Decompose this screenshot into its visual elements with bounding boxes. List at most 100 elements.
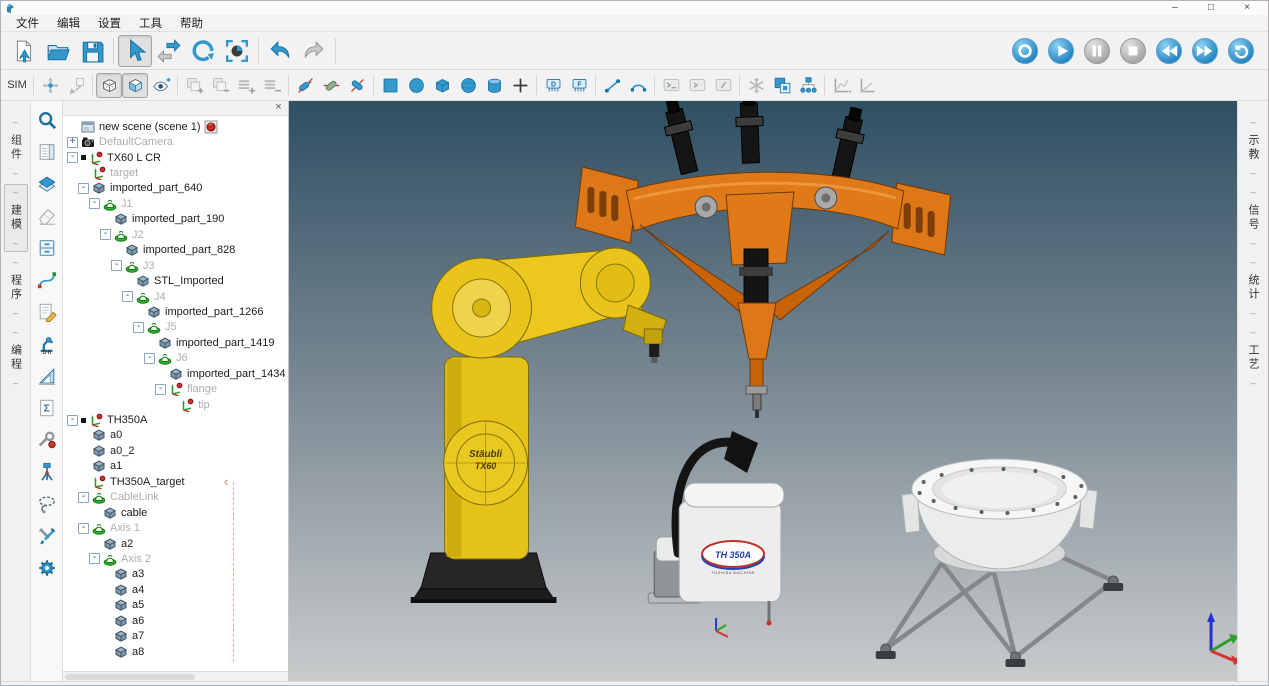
tree-horizontal-scrollbar[interactable] (63, 671, 288, 681)
measure-ruler-button[interactable] (34, 364, 60, 388)
tree-item-j4[interactable]: -J4 (63, 289, 288, 304)
trajectory-spline-button[interactable] (34, 268, 60, 292)
expander-icon[interactable]: - (67, 152, 78, 163)
rewind-button[interactable] (1156, 38, 1182, 64)
tree-item-imported-part-640[interactable]: -imported_part_640 (63, 181, 288, 196)
tree-item-a8[interactable]: a8 (63, 644, 288, 659)
reset-simulation-button[interactable] (1228, 38, 1254, 64)
pan-tool-button[interactable] (152, 35, 186, 67)
tab-modeling[interactable]: –建模– (4, 184, 28, 252)
remove-row-button[interactable] (259, 73, 285, 98)
tree-item-stl-imported[interactable]: STL_Imported (63, 273, 288, 288)
parts-drawer-button[interactable] (34, 236, 60, 260)
tree-item-axis-1[interactable]: -Axis 1 (63, 520, 288, 535)
digital-io-button[interactable]: D (540, 73, 566, 98)
draw-line-button[interactable] (599, 73, 625, 98)
tree-item-imported-part-1419[interactable]: imported_part_1419 (63, 335, 288, 350)
function-io-button[interactable]: F (566, 73, 592, 98)
disable-script-button[interactable] (710, 73, 736, 98)
tree-item-imported-part-1434[interactable]: imported_part_1434 (63, 366, 288, 381)
structure-tree-button[interactable] (795, 73, 821, 98)
new-scene-button[interactable] (7, 35, 41, 67)
tree-item-flange[interactable]: -flange (63, 381, 288, 396)
record-button[interactable] (1012, 38, 1038, 64)
manipulate-button[interactable] (37, 73, 63, 98)
angular-calibration-button[interactable] (854, 73, 880, 98)
create-rectangle-button[interactable] (377, 73, 403, 98)
expander-icon[interactable]: - (78, 183, 89, 194)
tab-statistics[interactable]: –统计– (1241, 254, 1265, 322)
tree-item-cablelink[interactable]: -CableLink (63, 490, 288, 505)
expander-icon[interactable]: - (78, 492, 89, 503)
remove-instance-button[interactable] (207, 73, 233, 98)
close-panel-icon[interactable]: × (272, 102, 285, 114)
undo-button[interactable] (263, 35, 297, 67)
calibration-tool-button[interactable] (34, 428, 60, 452)
add-view-button[interactable] (148, 73, 174, 98)
settings-tools-button[interactable] (34, 524, 60, 548)
tree-item-tip[interactable]: tip (63, 397, 288, 412)
tree-item-a5[interactable]: a5 (63, 598, 288, 613)
scale-view-button[interactable] (63, 73, 89, 98)
add-instance-button[interactable] (181, 73, 207, 98)
menu-file[interactable]: 文件 (7, 14, 48, 32)
component-search-button[interactable] (34, 108, 60, 132)
freeze-button[interactable] (743, 73, 769, 98)
axis-tool-y-button[interactable] (318, 73, 344, 98)
close-button[interactable]: × (1240, 2, 1254, 14)
expander-icon[interactable]: - (155, 384, 166, 395)
expander-icon[interactable]: - (144, 353, 155, 364)
expander-icon[interactable]: - (122, 291, 133, 302)
measure-device-button[interactable] (34, 460, 60, 484)
tree-item-a6[interactable]: a6 (63, 613, 288, 628)
tree-item-a0[interactable]: a0 (63, 428, 288, 443)
tree-item-a1[interactable]: a1 (63, 459, 288, 474)
stop-button[interactable] (1120, 38, 1146, 64)
expander-icon[interactable]: - (89, 198, 100, 209)
sim-mode-button[interactable]: SIM (4, 73, 30, 98)
select-region-button[interactable] (34, 492, 60, 516)
tree-item-j6[interactable]: -J6 (63, 351, 288, 366)
expander-icon[interactable]: - (133, 322, 144, 333)
fast-forward-button[interactable] (1192, 38, 1218, 64)
tree-item-j1[interactable]: -J1 (63, 196, 288, 211)
create-box-button[interactable] (429, 73, 455, 98)
statistics-doc-button[interactable]: Σ (34, 396, 60, 420)
add-row-button[interactable] (233, 73, 259, 98)
tree-item-a3[interactable]: a3 (63, 567, 288, 582)
tree-item-j5[interactable]: -J5 (63, 320, 288, 335)
tree-item-a2[interactable]: a2 (63, 536, 288, 551)
select-tool-button[interactable] (118, 35, 152, 67)
tab-programming[interactable]: –编程– (4, 324, 28, 392)
component-library-button[interactable] (34, 140, 60, 164)
save-scene-button[interactable] (75, 35, 109, 67)
shaded-view-button[interactable] (122, 73, 148, 98)
tab-components[interactable]: –组件– (4, 114, 28, 182)
maximize-button[interactable]: □ (1204, 2, 1218, 14)
system-gear-button[interactable] (34, 556, 60, 580)
expander-icon[interactable]: - (67, 415, 78, 426)
robot-dh-params-button[interactable]: D·H (34, 332, 60, 356)
expander-icon[interactable]: - (89, 553, 100, 564)
tree-item-a4[interactable]: a4 (63, 582, 288, 597)
scrollbar-thumb[interactable] (65, 674, 195, 680)
tree-item-imported-part-1266[interactable]: imported_part_1266 (63, 304, 288, 319)
tab-program[interactable]: –程序– (4, 254, 28, 322)
tab-signals[interactable]: –信号– (1241, 184, 1265, 252)
menu-tools[interactable]: 工具 (130, 14, 171, 32)
tree-item-j2[interactable]: -J2 (63, 227, 288, 242)
step-script-button[interactable] (684, 73, 710, 98)
tree-item-tx60-l-cr[interactable]: -TX60 L CR (63, 150, 288, 165)
redo-button[interactable] (297, 35, 331, 67)
pause-button[interactable] (1084, 38, 1110, 64)
expander-icon[interactable]: - (111, 260, 122, 271)
viewport-3d[interactable]: Stäubli TX60 TH 350A TOSHIBA MACHINE (289, 101, 1237, 681)
expander-icon[interactable]: - (100, 229, 111, 240)
axis-tool-z-button[interactable] (344, 73, 370, 98)
tree-item-th350a-target[interactable]: TH350A_target (63, 474, 288, 489)
create-circle-button[interactable] (403, 73, 429, 98)
tree-item-a7[interactable]: a7 (63, 628, 288, 643)
tree-item-target[interactable]: target (63, 165, 288, 180)
expander-icon[interactable]: - (78, 523, 89, 534)
create-sphere-button[interactable] (455, 73, 481, 98)
